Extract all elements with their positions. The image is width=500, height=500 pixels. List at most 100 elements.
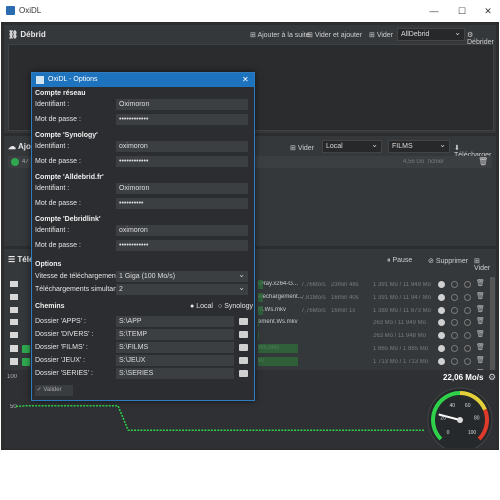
folder-browse-icon[interactable]: [239, 357, 248, 364]
speed-select[interactable]: 1 Giga (100 Mo/s): [116, 269, 248, 282]
progress-bar: [258, 344, 298, 353]
pause-circle-icon[interactable]: [438, 319, 445, 327]
identifier-label: Identifiant :: [35, 227, 70, 234]
app-icon: [6, 6, 15, 15]
stop-icon[interactable]: [464, 293, 471, 301]
trash-icon[interactable]: 🗑: [476, 330, 485, 338]
validate-button[interactable]: ✓ Valider: [35, 385, 73, 396]
stop-icon[interactable]: [464, 306, 471, 314]
folder-browse-icon[interactable]: [239, 318, 248, 325]
download-icon: [10, 293, 18, 300]
password-field[interactable]: ••••••••••: [116, 198, 248, 209]
stop-icon[interactable]: [464, 357, 471, 365]
pause-circle-icon[interactable]: [438, 357, 445, 365]
monitor-icon: [10, 345, 18, 352]
password-label: Mot de passe :: [35, 242, 81, 249]
clear-add-button[interactable]: ⊞ Vider et ajouter: [307, 31, 362, 39]
speed-value: 22,06 Mo/s: [443, 373, 484, 382]
trash-icon[interactable]: 🗑: [476, 279, 485, 287]
gauge-tick-label: 60: [465, 403, 471, 409]
trash-icon[interactable]: 🗑: [476, 292, 485, 300]
synology-radio[interactable]: ○ Synology: [218, 303, 253, 310]
folder-path-field[interactable]: S:\FILMS: [116, 342, 234, 353]
maximize-button[interactable]: ☐: [451, 3, 473, 19]
row-name: ement.Ws.mkv: [258, 319, 298, 326]
delete-button[interactable]: ⊘ Supprimer: [428, 257, 468, 265]
stop-icon[interactable]: [464, 281, 471, 288]
account-header: Compte réseau: [35, 90, 86, 97]
monitor-icon: [10, 357, 18, 365]
pause-circle-icon[interactable]: [438, 293, 445, 301]
pause-circle-icon[interactable]: [438, 281, 445, 288]
folder-label: Dossier 'DIVERS' :: [35, 331, 94, 338]
close-button[interactable]: ✕: [477, 3, 499, 19]
folder-select[interactable]: FILMS: [388, 139, 450, 153]
speed-label: Vitesse de téléchargement :: [35, 273, 122, 280]
trash-icon[interactable]: 🗑: [476, 343, 485, 351]
add-clear-button[interactable]: ⊞ Vider: [290, 144, 314, 152]
identifier-field[interactable]: oximoron: [116, 225, 248, 236]
pause-circle-icon[interactable]: [438, 332, 445, 340]
trash-icon[interactable]: 🗑: [476, 317, 485, 325]
folder-browse-icon[interactable]: [239, 370, 248, 377]
speed-series-line: [16, 405, 424, 432]
pause-circle-icon[interactable]: [438, 345, 445, 352]
add-row-size: 4,56 Go: [403, 159, 425, 165]
cancel-icon[interactable]: [451, 281, 458, 288]
password-field[interactable]: ••••••••••••: [116, 114, 248, 125]
row-eta: 16min 40s: [331, 294, 359, 301]
download-icon: [10, 281, 18, 287]
add-next-button[interactable]: ⊞ Ajouter à la suite: [250, 31, 310, 39]
location-select[interactable]: Local: [322, 139, 382, 153]
pause-button[interactable]: ⏸ Pause: [387, 257, 412, 265]
progress-bar: [258, 331, 259, 341]
row-size: 263 Mo / 11 949 Mo: [373, 320, 426, 327]
folder-browse-icon[interactable]: [239, 344, 248, 351]
progress-bar: [258, 305, 263, 315]
window-titlebar: OxiDL — ☐ ✕: [0, 0, 500, 22]
cancel-icon[interactable]: [451, 293, 458, 301]
scrollbar[interactable]: [490, 277, 495, 377]
folder-path-field[interactable]: S:\TEMP: [116, 329, 234, 340]
cancel-icon[interactable]: [451, 357, 458, 365]
local-radio[interactable]: ● Local: [190, 303, 213, 310]
identifier-field[interactable]: Oximoron: [116, 99, 248, 110]
simultaneous-select[interactable]: 2: [116, 282, 248, 295]
cancel-icon[interactable]: [451, 345, 458, 352]
folder-path-field[interactable]: S:\SERIES: [116, 368, 234, 379]
add-row-count: 47: [22, 159, 29, 165]
folder-path-field[interactable]: S:\APP: [116, 316, 234, 327]
identifier-label: Identifiant :: [35, 143, 70, 150]
stop-icon[interactable]: [464, 319, 471, 327]
password-label: Mot de passe :: [35, 200, 81, 207]
folder-path-field[interactable]: S:\JEUX: [116, 355, 234, 366]
stop-icon[interactable]: [464, 332, 471, 340]
identifier-field[interactable]: Oximoron: [116, 183, 248, 194]
dialog-close-button[interactable]: ✕: [242, 75, 249, 84]
row-speed: 7,81Mo/s: [301, 294, 326, 301]
cancel-icon[interactable]: [451, 332, 458, 340]
identifier-field[interactable]: oximoron: [116, 141, 248, 152]
pause-circle-icon[interactable]: [438, 306, 445, 314]
trash-icon[interactable]: 🗑: [476, 305, 485, 313]
folder-label: Dossier 'SERIES' :: [35, 370, 93, 377]
password-field[interactable]: ••••••••••••: [116, 156, 248, 167]
minimize-button[interactable]: —: [423, 3, 445, 19]
row-speed: 7,76Mo/s: [301, 307, 326, 314]
cancel-icon[interactable]: [451, 319, 458, 327]
row-name: elechargement...: [258, 293, 303, 300]
service-select[interactable]: AllDebrid: [397, 27, 465, 41]
cancel-icon[interactable]: [451, 306, 458, 314]
settings-icon[interactable]: ⚙: [488, 372, 496, 383]
trash-icon[interactable]: 🗑: [478, 157, 488, 166]
clear-button[interactable]: ⊞ Vider: [369, 31, 393, 39]
progress-bar: [258, 318, 259, 328]
stop-icon[interactable]: [464, 345, 471, 352]
password-field[interactable]: ••••••••••••: [116, 240, 248, 251]
progress-bar: [258, 280, 263, 289]
trash-icon[interactable]: 🗑: [476, 356, 485, 364]
downloads-clear-button[interactable]: ⊞ Vider: [474, 257, 496, 272]
folder-browse-icon[interactable]: [239, 331, 248, 338]
options-dialog: OxiDL - Options ✕ Compte réseau Identifi…: [31, 72, 255, 401]
gauge-hub: [457, 417, 463, 423]
